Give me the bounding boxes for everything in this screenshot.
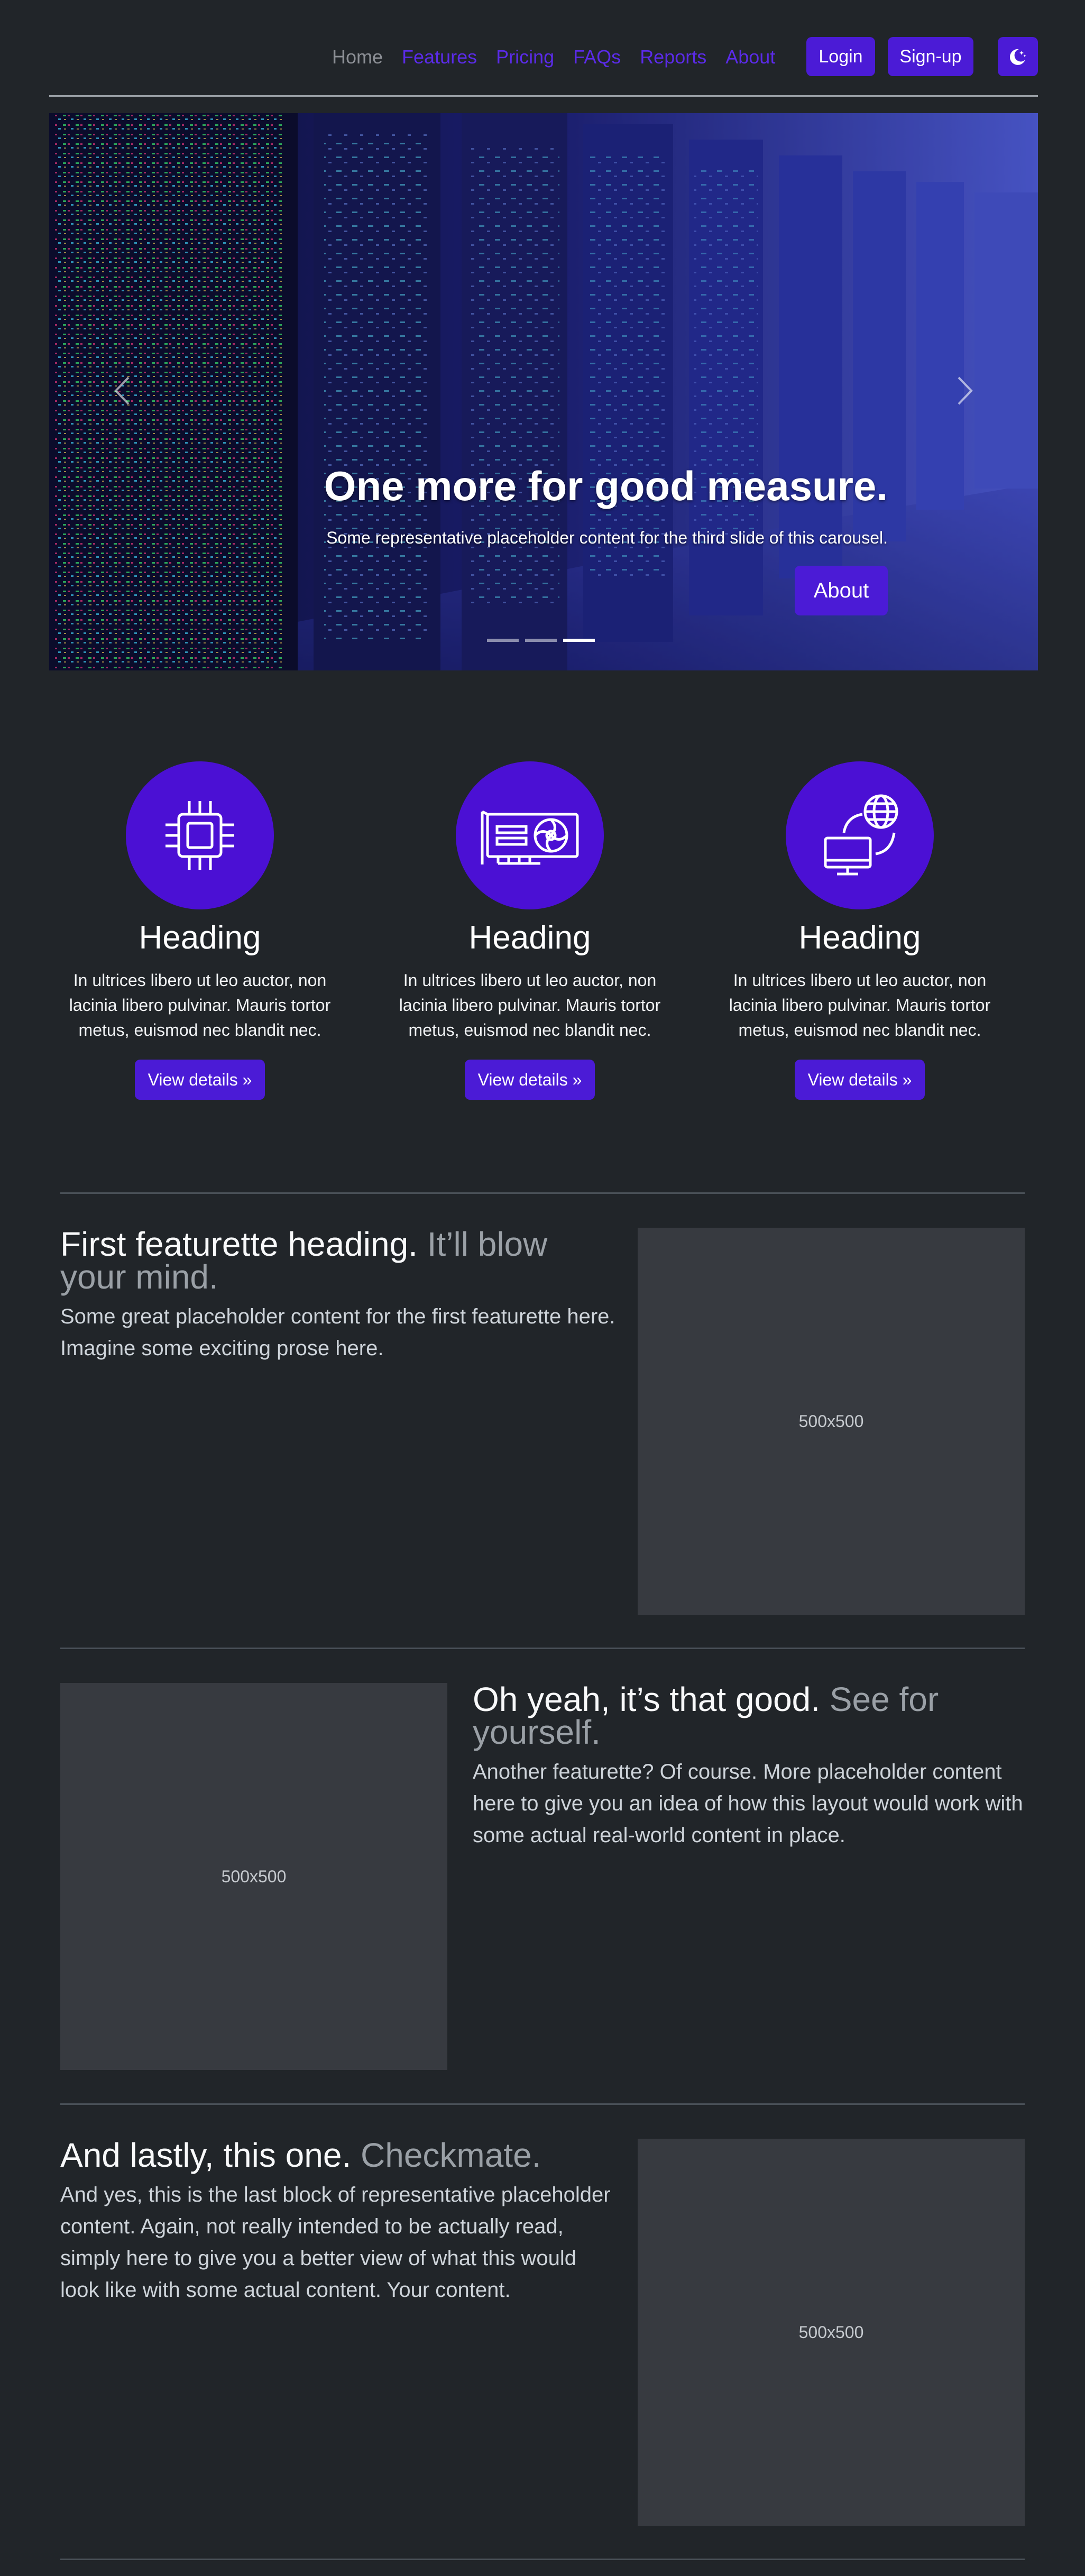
featurette-3-text: And lastly, this one. Checkmate. And yes… <box>60 2136 621 2306</box>
featurette-1-image-placeholder: 500x500 <box>638 1228 1025 1615</box>
carousel-next-button[interactable] <box>948 362 980 420</box>
hero-carousel: One more for good measure. Some represen… <box>49 113 1038 670</box>
nav-link-about[interactable]: About <box>725 46 775 68</box>
featurette-2-body: Another featurette? Of course. More plac… <box>473 1760 1023 1847</box>
featurette-1-text: First featurette heading. It’ll blow you… <box>60 1227 615 1364</box>
carousel-heading: One more for good measure. <box>324 463 888 509</box>
carousel-indicators <box>487 639 595 642</box>
column-1: Heading In ultrices libero ut leo auctor… <box>52 761 348 1100</box>
page: Home Features Pricing FAQs Reports About… <box>0 0 1085 2576</box>
moon-stars-icon <box>1009 49 1026 65</box>
nav-links: Home Features Pricing FAQs Reports About <box>332 31 775 84</box>
signup-button[interactable]: Sign-up <box>888 37 973 76</box>
carousel-caption: One more for good measure. Some represen… <box>49 462 888 615</box>
carousel-indicator-1[interactable] <box>487 639 519 642</box>
column-1-details-button[interactable]: View details » <box>135 1060 265 1100</box>
column-1-text: In ultrices libero ut leo auctor, non la… <box>69 971 331 1039</box>
column-3-text: In ultrices libero ut leo auctor, non la… <box>729 971 991 1039</box>
featurette-1-body: Some great placeholder content for the f… <box>60 1305 615 1360</box>
featurette-2-heading: Oh yeah, it’s that good. See for yoursel… <box>473 1682 1028 1749</box>
featurette-divider-2 <box>60 1648 1025 1649</box>
login-button[interactable]: Login <box>806 37 875 76</box>
gpu-card-icon <box>481 810 579 865</box>
featurette-divider-1 <box>60 1192 1025 1194</box>
navbar: Home Features Pricing FAQs Reports About… <box>49 31 1038 84</box>
placeholder-label: 500x500 <box>221 1866 287 1886</box>
column-1-icon-circle <box>126 761 274 909</box>
nav-link-pricing[interactable]: Pricing <box>496 46 554 68</box>
column-2-text: In ultrices libero ut leo auctor, non la… <box>399 971 661 1039</box>
cpu-chip-icon <box>165 801 234 870</box>
carousel-about-button[interactable]: About <box>795 566 888 615</box>
nav-link-reports[interactable]: Reports <box>640 46 706 68</box>
featurette-3-heading-main: And lastly, this one. <box>60 2136 352 2174</box>
nav-link-faqs[interactable]: FAQs <box>573 46 621 68</box>
carousel-text: Some representative placeholder content … <box>326 528 888 547</box>
column-2-icon-circle <box>456 761 604 909</box>
placeholder-label: 500x500 <box>798 2322 864 2342</box>
column-2-details-button[interactable]: View details » <box>465 1060 595 1100</box>
column-2-heading: Heading <box>468 919 591 956</box>
theme-toggle-button[interactable] <box>998 37 1038 76</box>
carousel-indicator-3[interactable] <box>563 639 595 642</box>
nav-divider <box>49 95 1038 97</box>
column-2: Heading In ultrices libero ut leo auctor… <box>382 761 678 1100</box>
nav-link-features[interactable]: Features <box>402 46 477 68</box>
pc-network-globe-icon <box>824 794 898 876</box>
column-3-details-button[interactable]: View details » <box>795 1060 925 1100</box>
featurette-3-body: And yes, this is the last block of repre… <box>60 2183 611 2302</box>
featurette-3-image-placeholder: 500x500 <box>638 2139 1025 2526</box>
marketing-columns: Heading In ultrices libero ut leo auctor… <box>49 761 1038 1121</box>
featurette-divider-4 <box>60 2559 1025 2560</box>
featurette-1-heading: First featurette heading. It’ll blow you… <box>60 1227 615 1294</box>
chevron-right-icon <box>958 376 973 405</box>
carousel-indicator-2[interactable] <box>525 639 557 642</box>
column-1-heading: Heading <box>139 919 261 956</box>
featurette-2-image-placeholder: 500x500 <box>60 1683 447 2070</box>
column-3: Heading In ultrices libero ut leo auctor… <box>712 761 1008 1100</box>
featurette-3-heading: And lastly, this one. Checkmate. <box>60 2136 621 2174</box>
column-3-heading: Heading <box>798 919 921 956</box>
chevron-left-icon <box>114 376 130 405</box>
featurette-3-heading-muted: Checkmate. <box>361 2136 541 2174</box>
nav-link-home[interactable]: Home <box>332 46 383 68</box>
column-3-icon-circle <box>786 761 934 909</box>
server-room-image <box>49 113 1038 670</box>
featurette-divider-3 <box>60 2103 1025 2105</box>
carousel-prev-button[interactable] <box>107 362 139 420</box>
featurette-2-text: Oh yeah, it’s that good. See for yoursel… <box>473 1682 1028 1851</box>
placeholder-label: 500x500 <box>798 1411 864 1431</box>
